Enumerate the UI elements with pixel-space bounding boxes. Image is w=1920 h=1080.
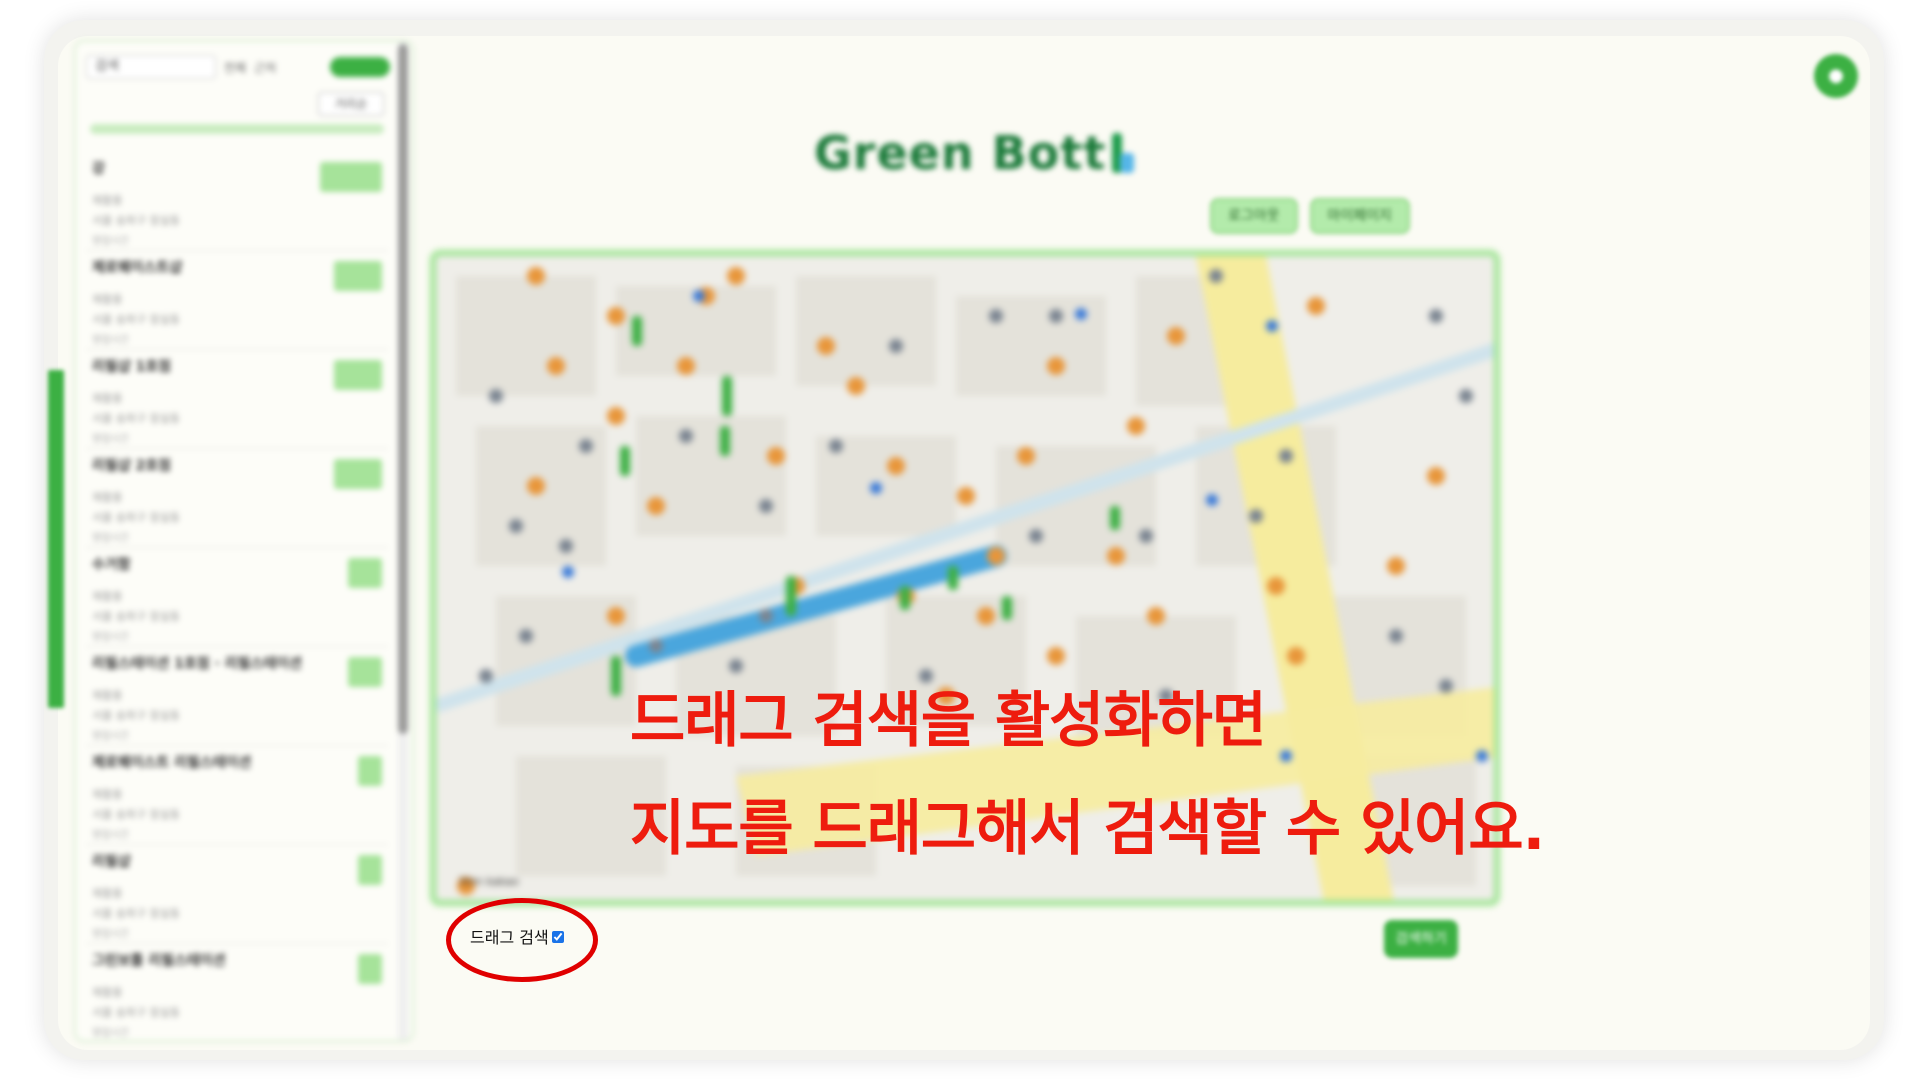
list-item-address: 서울 송파구 잠실동 bbox=[92, 313, 180, 326]
list-item[interactable]: 제로웨이스트샵재활용서울 송파구 잠실동영업시간 bbox=[86, 251, 388, 350]
list-item-title: 제로웨이스트샵 bbox=[92, 260, 183, 276]
store-list: 강 재활용 서울 송파구 잠실동 영업시간 제로웨이스트샵 재활용 서울 송파구 잠실동 영업… bbox=[86, 152, 388, 1040]
list-item-tag[interactable] bbox=[348, 558, 382, 588]
list-item-category: 재활용 bbox=[92, 689, 123, 702]
list-item-address: 서울 송파구 잠실동 bbox=[92, 511, 180, 524]
list-item-hours: 영업시간 bbox=[92, 632, 129, 643]
list-item-category: 재활용 bbox=[92, 986, 123, 999]
list-item-address: 서울 송파구 잠실동 bbox=[92, 214, 180, 227]
list-item-title: 수거함 bbox=[92, 557, 131, 573]
caption-line-2: 지도를 드래그해서 검색할 수 있어요. bbox=[630, 794, 1545, 864]
list-item-hours: 영업시간 bbox=[92, 830, 129, 841]
list-item-title: 리필샵 bbox=[92, 854, 131, 870]
list-item-category: 재활용 bbox=[92, 491, 123, 504]
list-item-hours: 영업시간 bbox=[92, 929, 129, 940]
sidebar-accent-bar bbox=[48, 370, 64, 708]
list-item-tag[interactable] bbox=[334, 360, 382, 390]
sidebar-progress-bar bbox=[90, 124, 384, 134]
list-item-title: 리필샵 1호점 bbox=[92, 359, 172, 375]
list-item-category: 재활용 bbox=[92, 788, 123, 801]
list-item-tag[interactable] bbox=[320, 162, 382, 192]
map-credit: 30m kakao bbox=[458, 875, 519, 888]
list-item[interactable]: 제로웨이스트 리필스테이션재활용서울 송파구 잠실동영업시간 bbox=[86, 746, 388, 845]
list-item-tag[interactable] bbox=[334, 459, 382, 489]
map-search-button[interactable]: 검색하기 bbox=[1384, 920, 1458, 958]
list-item-category: 재활용 bbox=[92, 194, 123, 207]
list-item[interactable]: 수거함재활용서울 송파구 잠실동영업시간 bbox=[86, 548, 388, 647]
header-buttons: 로그아웃 마이페이지 bbox=[1210, 198, 1410, 234]
list-item-tag[interactable] bbox=[358, 954, 382, 984]
sort-select[interactable]: 거리순 bbox=[318, 92, 384, 116]
list-item-category: 재활용 bbox=[92, 590, 123, 603]
list-item[interactable]: 리필샵 2호점재활용서울 송파구 잠실동영업시간 bbox=[86, 449, 388, 548]
list-item[interactable]: 리필샵재활용서울 송파구 잠실동영업시간 bbox=[86, 845, 388, 944]
list-item[interactable]: 그린보틀 리필스테이션재활용서울 송파구 잠실동영업시간 bbox=[86, 944, 388, 1040]
list-item-hours: 영업시간 bbox=[92, 731, 129, 742]
user-icon[interactable]: ● bbox=[1814, 54, 1858, 98]
list-item-address: 서울 송파구 잠실동 bbox=[92, 808, 180, 821]
list-item-address: 서울 송파구 잠실동 bbox=[92, 412, 180, 425]
mypage-button[interactable]: 마이페이지 bbox=[1309, 198, 1410, 234]
list-item-address: 서울 송파구 잠실동 bbox=[92, 709, 180, 722]
app-logo: Green Bott bbox=[814, 118, 1144, 188]
highlight-circle bbox=[446, 898, 598, 982]
bottle-logo-icon bbox=[1108, 127, 1135, 179]
list-item-address: 서울 송파구 잠실동 bbox=[92, 907, 180, 920]
list-item-hours: 영업시간 bbox=[92, 1028, 129, 1039]
list-item-title: 강 bbox=[92, 161, 105, 177]
list-item-title: 제로웨이스트 리필스테이션 bbox=[92, 755, 252, 771]
list-item-title: 리필스테이션 1호점 · 리필스테이션 bbox=[92, 656, 303, 672]
list-item-tag[interactable] bbox=[358, 855, 382, 885]
list-item-hours: 영업시간 bbox=[92, 533, 129, 544]
list-item-category: 재활용 bbox=[92, 293, 123, 306]
logo-text: Green Bott bbox=[814, 126, 1107, 180]
logout-button[interactable]: 로그아웃 bbox=[1210, 198, 1298, 234]
sidebar-toolbar: 검색 전체 근처 bbox=[86, 52, 390, 82]
list-item-tag[interactable] bbox=[348, 657, 382, 687]
list-item-title: 그린보틀 리필스테이션 bbox=[92, 953, 226, 969]
list-item-category: 재활용 bbox=[92, 887, 123, 900]
list-item-hours: 영업시간 bbox=[92, 335, 129, 346]
list-item-address: 서울 송파구 잠실동 bbox=[92, 610, 180, 623]
list-item-hours: 영업시간 bbox=[92, 236, 129, 247]
filter-chip-all[interactable]: 전체 bbox=[224, 59, 246, 76]
list-item-hours: 영업시간 bbox=[92, 434, 129, 445]
list-item-address: 서울 송파구 잠실동 bbox=[92, 1006, 180, 1019]
sidebar-search-input[interactable]: 검색 bbox=[86, 55, 216, 79]
filter-chip-nearby[interactable]: 근처 bbox=[254, 59, 276, 76]
list-item-category: 재활용 bbox=[92, 392, 123, 405]
list-item-tag[interactable] bbox=[358, 756, 382, 786]
list-item-title: 리필샵 2호점 bbox=[92, 458, 172, 474]
caption-line-1: 드래그 검색을 활성화하면 bbox=[630, 686, 1267, 756]
list-item[interactable]: 리필스테이션 1호점 · 리필스테이션재활용서울 송파구 잠실동영업시간 bbox=[86, 647, 388, 746]
store-list-sidebar: 검색 전체 근처 거리순 강 재활용 서울 송파구 잠실동 영업시간 제로웨이스트샵 재활… bbox=[74, 40, 414, 1042]
list-item[interactable]: 리필샵 1호점재활용서울 송파구 잠실동영업시간 bbox=[86, 350, 388, 449]
tutorial-caption: 드래그 검색을 활성화하면 지도를 드래그해서 검색할 수 있어요. bbox=[630, 686, 1545, 902]
list-item-tag[interactable] bbox=[334, 261, 382, 291]
sidebar-scrollbar-thumb[interactable] bbox=[398, 44, 408, 734]
list-item[interactable]: 강재활용서울 송파구 잠실동영업시간 bbox=[86, 152, 388, 251]
sidebar-green-button[interactable] bbox=[330, 57, 390, 77]
